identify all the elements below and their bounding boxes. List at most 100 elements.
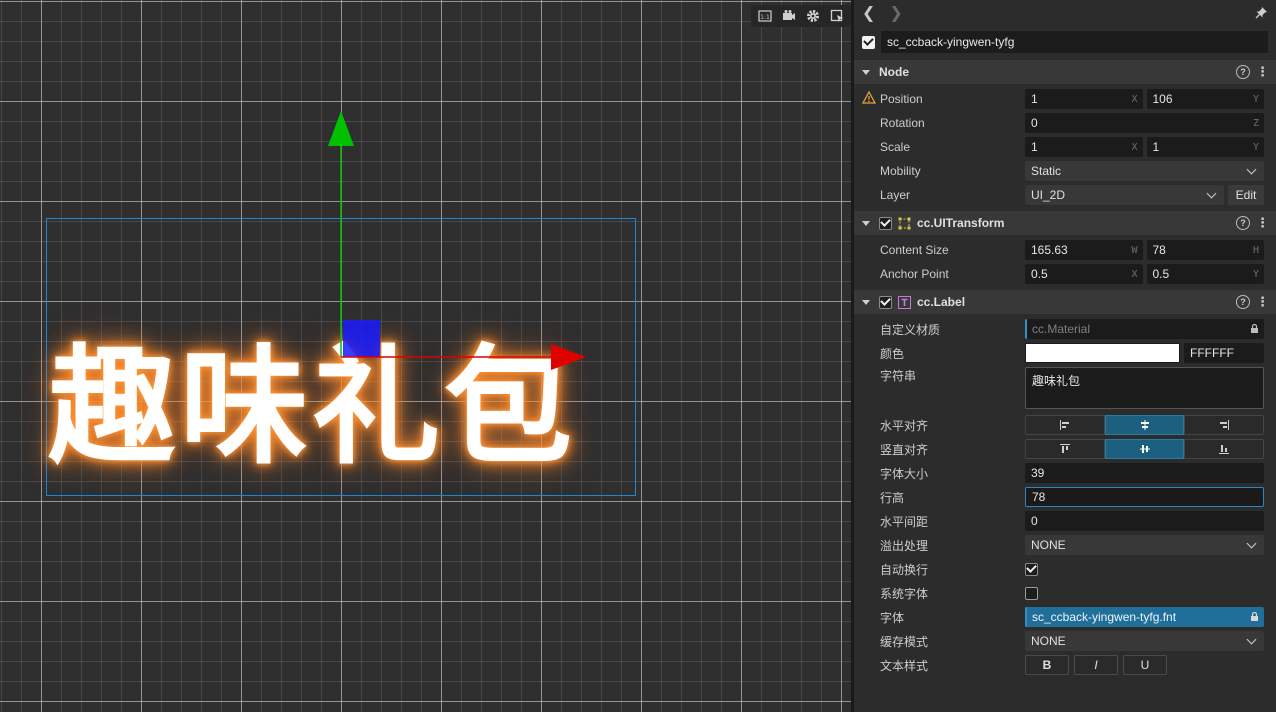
node-section-header[interactable]: Node ? ⋮ bbox=[854, 60, 1276, 84]
uitransform-section-header[interactable]: cc.UITransform ? ⋮ bbox=[854, 211, 1276, 235]
overflow-label: 溢出处理 bbox=[880, 538, 929, 553]
text-style-label: 文本样式 bbox=[880, 658, 929, 673]
content-size-label: Content Size bbox=[880, 243, 949, 257]
overflow-row: 溢出处理 NONE bbox=[854, 533, 1276, 557]
line-height-row: 行高 78 bbox=[854, 485, 1276, 509]
lock-icon bbox=[1251, 324, 1258, 333]
spacing-x-label: 水平间距 bbox=[880, 514, 929, 529]
line-height-field[interactable]: 78 bbox=[1025, 487, 1264, 507]
help-icon[interactable]: ? bbox=[1236, 216, 1250, 230]
cache-mode-row: 缓存模式 NONE bbox=[854, 629, 1276, 653]
anchor-x-field[interactable]: 0.5 X bbox=[1025, 264, 1143, 284]
node-active-checkbox[interactable] bbox=[862, 35, 875, 49]
bold-button[interactable]: B bbox=[1025, 655, 1069, 675]
svg-text:1:1: 1:1 bbox=[760, 14, 770, 21]
scene-label-text[interactable]: 趣味礼包 bbox=[48, 333, 618, 483]
custom-material-row: 自定义材质 cc.Material bbox=[854, 317, 1276, 341]
anchor-y-field[interactable]: 0.5 Y bbox=[1146, 264, 1264, 284]
font-asset-field[interactable]: sc_ccback-yingwen-tyfg.fnt bbox=[1025, 607, 1264, 627]
font-size-label: 字体大小 bbox=[880, 466, 929, 481]
chevron-down-icon bbox=[1246, 164, 1257, 174]
font-row: 字体 sc_ccback-yingwen-tyfg.fnt bbox=[854, 605, 1276, 629]
text-style-row: 文本样式 B I U bbox=[854, 653, 1276, 677]
v-align-row: 竖直对齐 bbox=[854, 437, 1276, 461]
uitransform-icon bbox=[898, 217, 911, 230]
italic-button[interactable]: I bbox=[1074, 655, 1118, 675]
scale-x-field[interactable]: 1X bbox=[1025, 137, 1143, 157]
section-title: cc.Label bbox=[917, 295, 966, 309]
position-y-field[interactable]: 106 Y bbox=[1146, 89, 1264, 109]
position-x-field[interactable]: 1X bbox=[1025, 89, 1143, 109]
scene-toolbar: 1:1 bbox=[751, 5, 851, 27]
help-icon[interactable]: ? bbox=[1236, 65, 1250, 79]
color-label: 颜色 bbox=[880, 346, 905, 361]
grid-icon[interactable]: 1:1 bbox=[754, 5, 776, 27]
custom-material-label: 自定义材质 bbox=[880, 322, 941, 337]
scene-view[interactable]: 1:1 趣味礼包 bbox=[0, 0, 851, 712]
content-size-w-field[interactable]: 165.63 W bbox=[1025, 240, 1143, 260]
chevron-down-icon bbox=[1206, 188, 1217, 198]
align-top-button[interactable] bbox=[1025, 439, 1105, 459]
align-left-button[interactable] bbox=[1025, 415, 1105, 435]
inspector-header: ❮ ❯ bbox=[854, 0, 1276, 28]
layer-label: Layer bbox=[880, 188, 911, 202]
system-font-label: 系统字体 bbox=[880, 586, 929, 601]
rotation-z-field[interactable]: 0Z bbox=[1025, 113, 1264, 133]
camera-icon[interactable] bbox=[778, 5, 800, 27]
font-size-field[interactable]: 39 bbox=[1025, 463, 1264, 483]
custom-material-field[interactable]: cc.Material bbox=[1025, 319, 1264, 339]
line-height-label: 行高 bbox=[880, 490, 905, 505]
settings-icon[interactable] bbox=[802, 5, 824, 27]
content-size-h-field[interactable]: 78 H bbox=[1146, 240, 1264, 260]
align-center-button[interactable] bbox=[1104, 415, 1185, 435]
scale-y-field[interactable]: 1Y bbox=[1146, 137, 1264, 157]
align-right-button[interactable] bbox=[1184, 415, 1264, 435]
font-label: 字体 bbox=[880, 610, 905, 625]
back-icon[interactable]: ❮ bbox=[862, 6, 875, 22]
inspector-panel: ❮ ❯ sc_ccback-yingwen-tyfg Node ? ⋮ Posi… bbox=[851, 0, 1276, 712]
color-row: 颜色 FFFFFF bbox=[854, 341, 1276, 365]
snap-icon[interactable] bbox=[826, 5, 848, 27]
pin-icon[interactable] bbox=[1255, 6, 1268, 22]
wrap-row: 自动换行 bbox=[854, 557, 1276, 581]
underline-button[interactable]: U bbox=[1123, 655, 1167, 675]
overflow-select[interactable]: NONE bbox=[1025, 535, 1264, 555]
align-top-icon bbox=[1059, 444, 1070, 453]
collapse-caret-icon[interactable] bbox=[862, 220, 870, 226]
align-right-icon bbox=[1220, 420, 1230, 430]
content-size-row: Content Size 165.63 W 78 H bbox=[854, 238, 1276, 262]
node-name-row: sc_ccback-yingwen-tyfg bbox=[854, 28, 1276, 56]
collapse-caret-icon[interactable] bbox=[862, 69, 870, 75]
more-icon[interactable]: ⋮ bbox=[1256, 216, 1269, 229]
string-textarea[interactable]: 趣味礼包 bbox=[1025, 367, 1264, 409]
align-bottom-button[interactable] bbox=[1184, 439, 1264, 459]
color-hex-field[interactable]: FFFFFF bbox=[1184, 343, 1264, 363]
cache-mode-label: 缓存模式 bbox=[880, 634, 929, 649]
color-swatch[interactable] bbox=[1025, 343, 1180, 363]
layer-select[interactable]: UI_2D bbox=[1025, 185, 1224, 205]
system-font-checkbox[interactable] bbox=[1025, 586, 1038, 600]
help-icon[interactable]: ? bbox=[1236, 295, 1250, 309]
layer-edit-button[interactable]: Edit bbox=[1228, 185, 1264, 205]
v-align-segmented bbox=[1025, 439, 1264, 459]
wrap-checkbox[interactable] bbox=[1025, 562, 1038, 576]
more-icon[interactable]: ⋮ bbox=[1256, 295, 1269, 308]
spacing-x-field[interactable]: 0 bbox=[1025, 511, 1264, 531]
forward-icon[interactable]: ❯ bbox=[889, 6, 902, 22]
spacing-x-row: 水平间距 0 bbox=[854, 509, 1276, 533]
more-icon[interactable]: ⋮ bbox=[1256, 65, 1269, 78]
node-name-input[interactable]: sc_ccback-yingwen-tyfg bbox=[881, 31, 1268, 53]
anchor-point-row: Anchor Point 0.5 X 0.5 Y bbox=[854, 262, 1276, 286]
position-label: Position bbox=[880, 92, 923, 106]
mobility-select[interactable]: Static bbox=[1025, 161, 1264, 181]
align-middle-button[interactable] bbox=[1104, 439, 1185, 459]
align-middle-icon bbox=[1139, 445, 1150, 453]
cache-mode-select[interactable]: NONE bbox=[1025, 631, 1264, 651]
system-font-row: 系统字体 bbox=[854, 581, 1276, 605]
uitransform-enabled-checkbox[interactable] bbox=[879, 216, 892, 230]
rotation-row: Rotation 0Z bbox=[854, 111, 1276, 135]
collapse-caret-icon[interactable] bbox=[862, 299, 870, 305]
layer-row: Layer UI_2D Edit bbox=[854, 183, 1276, 207]
label-enabled-checkbox[interactable] bbox=[879, 295, 892, 309]
label-section-header[interactable]: cc.Label ? ⋮ bbox=[854, 290, 1276, 314]
